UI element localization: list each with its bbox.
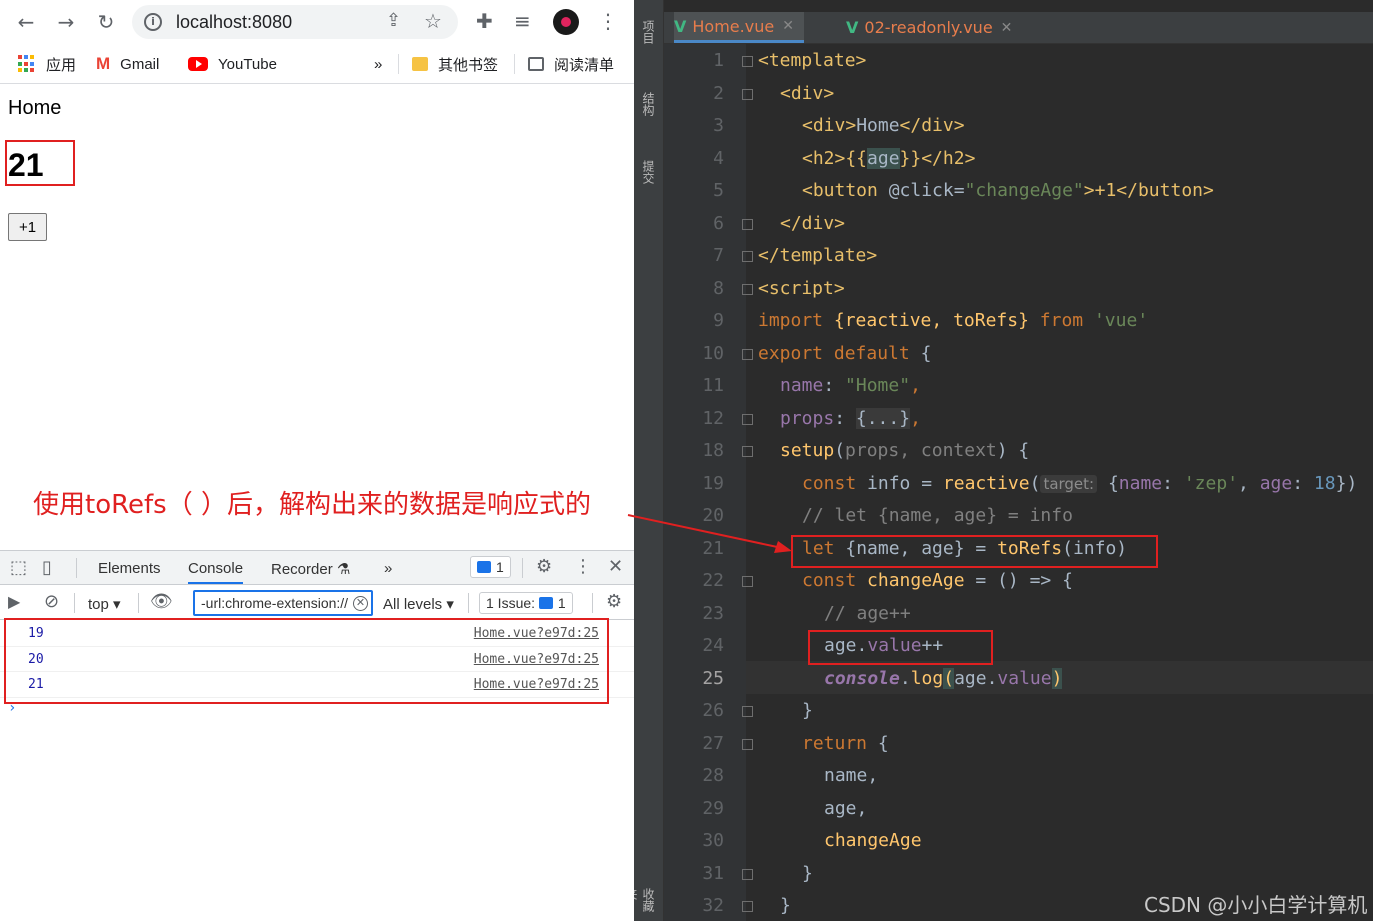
log-levels-select[interactable]: All levels ▾	[383, 595, 454, 613]
clear-console-icon[interactable]: ⊘	[44, 591, 59, 612]
reading-list-icon	[528, 57, 544, 71]
youtube-icon	[188, 57, 208, 71]
url-text[interactable]: localhost:8080	[176, 12, 292, 33]
site-info-icon[interactable]: i	[144, 13, 162, 31]
console-settings-gear-icon[interactable]: ⚙	[606, 591, 622, 612]
devtools-menu-icon[interactable]: ⋮	[574, 556, 592, 577]
bookmark-star-icon[interactable]: ☆	[424, 9, 442, 33]
structure-tool-button[interactable]: 结构	[641, 92, 657, 116]
filter-value: -url:chrome-extension://	[201, 595, 349, 611]
flask-icon: ⚗	[336, 561, 351, 578]
bookmark-youtube-label: YouTube	[218, 55, 277, 73]
share-icon[interactable]: ⇪	[386, 10, 401, 31]
editor-tab-readonly-vue[interactable]: V 02-readonly.vue ✕	[846, 12, 1012, 43]
close-devtools-icon[interactable]: ✕	[608, 556, 623, 577]
tab-console[interactable]: Console	[188, 560, 244, 584]
bookmark-gmail-label: Gmail	[120, 55, 160, 73]
logs-highlight-box	[4, 618, 609, 704]
bookmark-apps-label: 应用	[46, 56, 77, 74]
profile-avatar[interactable]	[553, 9, 579, 35]
issues-badge[interactable]: 1 Issue: 1	[479, 592, 573, 614]
increment-button[interactable]: +1	[8, 213, 47, 241]
editor-tab-home-vue[interactable]: V Home.vue ✕	[674, 12, 804, 43]
bookmark-gmail[interactable]: M Gmail	[96, 54, 159, 74]
live-expression-eye-icon[interactable]: 👁	[150, 591, 173, 612]
extensions-icon[interactable]: ✚	[476, 9, 493, 33]
log-levels-value: All levels	[383, 596, 443, 613]
menu-icon[interactable]: ⋮	[598, 9, 618, 33]
bookmark-apps[interactable]: 应用	[18, 54, 76, 74]
forward-icon[interactable]: →	[52, 8, 80, 36]
issues-label: 1 Issue:	[486, 595, 536, 611]
browser-toolbar: ← → ↻ i localhost:8080 ⇪ ☆ ✚ ≡ ⋮	[0, 0, 634, 44]
bookmark-other-folder[interactable]: 其他书签	[412, 54, 498, 74]
bookmarks-bar: 应用 M Gmail YouTube » 其他书签 阅读清单	[0, 44, 634, 84]
editor-tab-label: 02-readonly.vue	[864, 18, 993, 37]
browser-window: ← → ↻ i localhost:8080 ⇪ ☆ ✚ ≡ ⋮ 应用 M Gm…	[0, 0, 634, 921]
messages-badge[interactable]: 1	[470, 556, 511, 578]
tab-recorder[interactable]: Recorder ⚗	[271, 560, 350, 578]
annotation-text: 使用toRefs（ ）后，解构出来的数据是响应式的	[33, 490, 591, 520]
tool-window-strip: 项目 结构 提交 收藏夹	[634, 0, 664, 921]
gmail-icon: M	[96, 54, 111, 73]
close-tab-icon[interactable]: ✕	[1001, 20, 1013, 36]
watermark: CSDN @小小白学计算机	[1144, 893, 1368, 917]
toolbar-divider	[138, 593, 139, 613]
line-number-gutter	[664, 44, 746, 921]
context-select[interactable]: top ▾	[88, 595, 121, 613]
console-toolbar: ▶ ⊘ top ▾ 👁 -url:chrome-extension:// ✕ A…	[0, 586, 634, 620]
bookmarks-overflow-button[interactable]: »	[374, 54, 382, 74]
age-highlight-box	[5, 140, 75, 186]
page-content: Home 21 +1	[0, 85, 634, 550]
tab-elements[interactable]: Elements	[98, 560, 161, 577]
bookmark-reading-list-label: 阅读清单	[554, 56, 615, 74]
bookmark-divider	[398, 54, 399, 74]
bookmark-youtube[interactable]: YouTube	[188, 54, 277, 74]
message-icon	[477, 561, 491, 573]
issue-icon	[538, 597, 553, 609]
bookmark-reading-list[interactable]: 阅读清单	[528, 54, 614, 74]
folder-icon	[412, 57, 428, 71]
close-tab-icon[interactable]: ✕	[782, 18, 794, 34]
inspect-element-icon[interactable]: ⬚	[10, 557, 27, 578]
code-editor[interactable]	[746, 44, 1373, 921]
address-bar[interactable]: i localhost:8080 ⇪ ☆	[132, 5, 458, 39]
home-text: Home	[8, 97, 62, 119]
vue-file-icon: V	[674, 16, 687, 36]
ide-window: 项目 结构 提交 收藏夹 V Home.vue ✕ V 02-readonly.…	[634, 0, 1373, 921]
favorites-tool-button[interactable]: 收藏夹	[634, 888, 657, 921]
console-prompt[interactable]: ›	[8, 700, 16, 716]
apps-grid-icon	[18, 55, 36, 73]
more-tabs-button[interactable]: »	[384, 560, 392, 577]
device-toolbar-icon[interactable]: ▯	[42, 557, 52, 578]
tab-divider	[76, 558, 77, 578]
console-filter-input[interactable]: -url:chrome-extension:// ✕	[193, 590, 373, 616]
tab-divider	[522, 558, 523, 578]
reload-icon[interactable]: ↻	[92, 8, 120, 36]
bookmark-other-label: 其他书签	[438, 56, 499, 74]
settings-gear-icon[interactable]: ⚙	[536, 556, 552, 577]
tab-recorder-label: Recorder	[271, 561, 333, 578]
context-value: top	[88, 596, 109, 613]
toolbar-divider	[592, 593, 593, 613]
toolbar-divider	[74, 593, 75, 613]
toolbar-divider	[468, 593, 469, 613]
messages-count: 1	[496, 559, 504, 575]
bookmark-divider	[514, 54, 515, 74]
commit-tool-button[interactable]: 提交	[641, 160, 657, 184]
sidebar-toggle-icon[interactable]: ▶	[8, 592, 20, 611]
project-tool-button[interactable]: 项目	[641, 20, 657, 44]
editor-tab-bar: V Home.vue ✕ V 02-readonly.vue ✕	[664, 12, 1373, 44]
age-value-highlight-box	[808, 630, 993, 665]
editor-tab-label: Home.vue	[692, 16, 775, 36]
current-line-highlight	[746, 661, 1373, 694]
media-control-icon[interactable]: ≡	[514, 9, 531, 33]
issues-count: 1	[557, 595, 566, 611]
clear-filter-icon[interactable]: ✕	[353, 596, 368, 611]
back-icon[interactable]: ←	[12, 8, 40, 36]
vue-file-icon: V	[846, 18, 859, 37]
torefs-highlight-box	[791, 535, 1158, 568]
devtools-panel: ⬚ ▯ Elements Console Recorder ⚗ » 1 ⚙ ⋮ …	[0, 550, 634, 921]
devtools-tab-bar: ⬚ ▯ Elements Console Recorder ⚗ » 1 ⚙ ⋮ …	[0, 551, 634, 585]
